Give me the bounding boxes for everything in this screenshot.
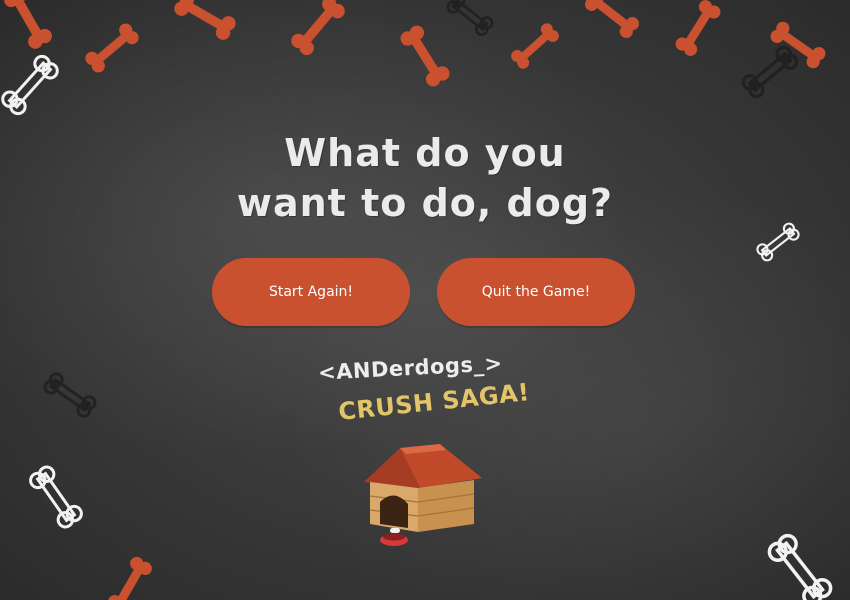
bone-icon	[82, 20, 142, 76]
bone-icon	[739, 43, 801, 101]
bone-icon	[582, 0, 642, 41]
quit-game-label: Quit the Game!	[481, 284, 591, 300]
bone-icon	[764, 530, 836, 600]
dialog-title-line2: want to do, dog?	[236, 181, 614, 225]
game-logo: <ANDerdogs_> CRUSH SAGA!	[300, 351, 560, 432]
dialog-title: What do you want to do, dog?	[0, 128, 850, 228]
bone-icon	[444, 0, 496, 39]
logo-line1: <ANDerdogs_>	[317, 351, 504, 385]
bone-icon	[1, 0, 55, 52]
doghouse-icon	[364, 444, 482, 546]
bone-icon	[171, 0, 239, 43]
bone-icon	[41, 369, 99, 421]
quit-game-button[interactable]: Quit the Game!	[437, 258, 635, 326]
dialog-title-line1: What do you	[284, 131, 566, 175]
start-again-label: Start Again!	[268, 284, 354, 300]
bone-icon	[105, 554, 155, 600]
bone-icon	[673, 0, 723, 59]
bone-icon	[0, 51, 62, 119]
bone-icon	[288, 0, 348, 58]
start-again-button[interactable]: Start Again!	[212, 258, 410, 326]
logo-line2: CRUSH SAGA!	[337, 378, 531, 426]
bone-icon	[397, 22, 453, 90]
bone-icon	[508, 20, 562, 72]
bone-icon	[26, 462, 86, 532]
